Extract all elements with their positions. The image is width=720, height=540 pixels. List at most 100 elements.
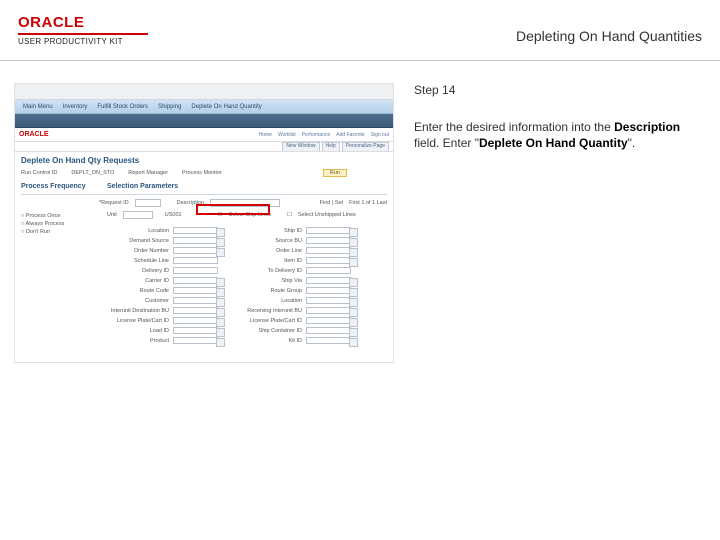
grid-field[interactable] (306, 287, 351, 294)
grid-field[interactable] (306, 337, 351, 344)
grid-label: Carrier ID (107, 278, 169, 284)
radio-option[interactable]: Always Process (21, 221, 93, 227)
grid-field[interactable] (173, 227, 218, 234)
grid-label: Demand Source (107, 238, 169, 244)
grid-field[interactable] (306, 247, 351, 254)
grid-label: Route Group (240, 288, 302, 294)
grid-field[interactable] (173, 247, 218, 254)
grid-label: Customer (107, 298, 169, 304)
grid-field[interactable] (306, 307, 351, 314)
grid-field[interactable] (173, 237, 218, 244)
grid-field[interactable] (173, 337, 218, 344)
instruction-value: Deplete On Hand Quantity (479, 136, 628, 150)
page-tabs: New Window Help Personalize Page (15, 142, 393, 152)
unit-value: US001 (165, 212, 182, 218)
grid-label: To Delivery ID (240, 268, 302, 274)
top-link: Home (259, 132, 272, 138)
grid-field[interactable] (173, 327, 218, 334)
grid-field[interactable] (173, 277, 218, 284)
top-link: Performance (302, 132, 331, 138)
grid-label: Schedule Line (107, 258, 169, 264)
grid-label: Ship Via (240, 278, 302, 284)
grid-label: Ship Container ID (240, 328, 302, 334)
section-parameters: Selection Parameters (107, 183, 387, 190)
grid-label: Location (107, 228, 169, 234)
findset-label: Find | Set (320, 200, 343, 206)
grid-label: Route Code (107, 288, 169, 294)
window-titlebar (15, 84, 393, 100)
report-manager-link: Report Manager (128, 170, 168, 176)
firstlast-label: First 1 of 1 Last (349, 200, 387, 206)
app-toolbar (15, 114, 393, 128)
grid-field[interactable] (306, 257, 351, 264)
grid-field[interactable] (173, 297, 218, 304)
app-brand-row: ORACLE Home Worklist Performance Add Fav… (15, 128, 393, 142)
grid-label: Order Line (240, 248, 302, 254)
run-control-value: DEPLT_ON_STO (71, 170, 114, 176)
page-tab: Help (322, 142, 340, 151)
unit-label: Unit (107, 212, 117, 218)
instruction-field-name: Description (614, 120, 680, 134)
breadcrumb-item: Fulfill Stock Orders (97, 104, 148, 110)
breadcrumb-item: Deplete On Hand Quantity (191, 104, 261, 110)
app-screenshot: Main Menu Inventory Fulfill Stock Orders… (14, 83, 394, 363)
step-label: Step 14 (414, 83, 702, 97)
grid-field[interactable] (306, 227, 351, 234)
brand-divider (18, 33, 148, 35)
page-tab: Personalize Page (342, 142, 389, 151)
radio-option[interactable]: Process Once (21, 213, 93, 219)
highlight-box (196, 204, 270, 215)
grid-field[interactable] (306, 237, 351, 244)
grid-field[interactable] (306, 317, 351, 324)
grid-field[interactable] (173, 257, 218, 264)
grid-label: Interunit Destination BU (107, 308, 169, 314)
product-name: USER PRODUCTIVITY KIT (18, 37, 148, 46)
breadcrumb-item: Main Menu (23, 104, 53, 110)
grid-label: License Plate/Cart ID (107, 318, 169, 324)
grid-label: Ship ID (240, 228, 302, 234)
grid-field[interactable] (306, 297, 351, 304)
grid-label: Location (240, 298, 302, 304)
form-heading: Deplete On Hand Qty Requests (21, 156, 387, 165)
frequency-radios[interactable]: Process Once Always Process Don't Run (21, 213, 93, 235)
grid-field[interactable] (173, 267, 218, 274)
radio-option[interactable]: Don't Run (21, 229, 93, 235)
brand-logo: ORACLE (18, 14, 148, 31)
grid-label: Receiving Interunit BU (240, 308, 302, 314)
breadcrumb-bar: Main Menu Inventory Fulfill Stock Orders… (15, 100, 393, 114)
grid-field[interactable] (306, 327, 351, 334)
grid-field[interactable] (173, 287, 218, 294)
grid-label: Delivery ID (107, 268, 169, 274)
top-link: Worklist (278, 132, 296, 138)
grid-label: License Plate/Cart ID (240, 318, 302, 324)
brand-block: ORACLE USER PRODUCTIVITY KIT (18, 14, 148, 46)
select-unshipped-label: Select Unshipped Lines (298, 212, 356, 218)
grid-label: Order Number (107, 248, 169, 254)
instruction-text: Enter the desired information into the (414, 120, 614, 134)
run-control-label: Run Control ID (21, 170, 57, 176)
grid-field[interactable] (306, 277, 351, 284)
top-link: Add Favorite (336, 132, 364, 138)
section-frequency: Process Frequency (21, 183, 93, 190)
app-logo: ORACLE (19, 131, 49, 138)
grid-field[interactable] (173, 317, 218, 324)
grid-label: Kit ID (240, 338, 302, 344)
instruction-text: field. Enter " (414, 136, 479, 150)
grid-label: Product (107, 338, 169, 344)
unit-field[interactable] (123, 211, 153, 219)
run-button[interactable]: Run (323, 169, 347, 177)
breadcrumb-item: Shipping (158, 104, 181, 110)
page-title: Depleting On Hand Quantities (516, 28, 702, 44)
page-tab: New Window (282, 142, 319, 151)
grid-field[interactable] (173, 307, 218, 314)
criteria-grid: Location Ship ID Demand Source Source BU O… (107, 227, 387, 344)
instruction-text: ". (628, 136, 636, 150)
grid-field[interactable] (306, 267, 351, 274)
grid-label: Load ID (107, 328, 169, 334)
request-id-field[interactable] (135, 199, 161, 207)
process-monitor-link: Process Monitor (182, 170, 222, 176)
grid-label: Source BU (240, 238, 302, 244)
step-instruction: Enter the desired information into the D… (414, 119, 702, 151)
top-link: Sign out (371, 132, 389, 138)
grid-label: Item ID (240, 258, 302, 264)
